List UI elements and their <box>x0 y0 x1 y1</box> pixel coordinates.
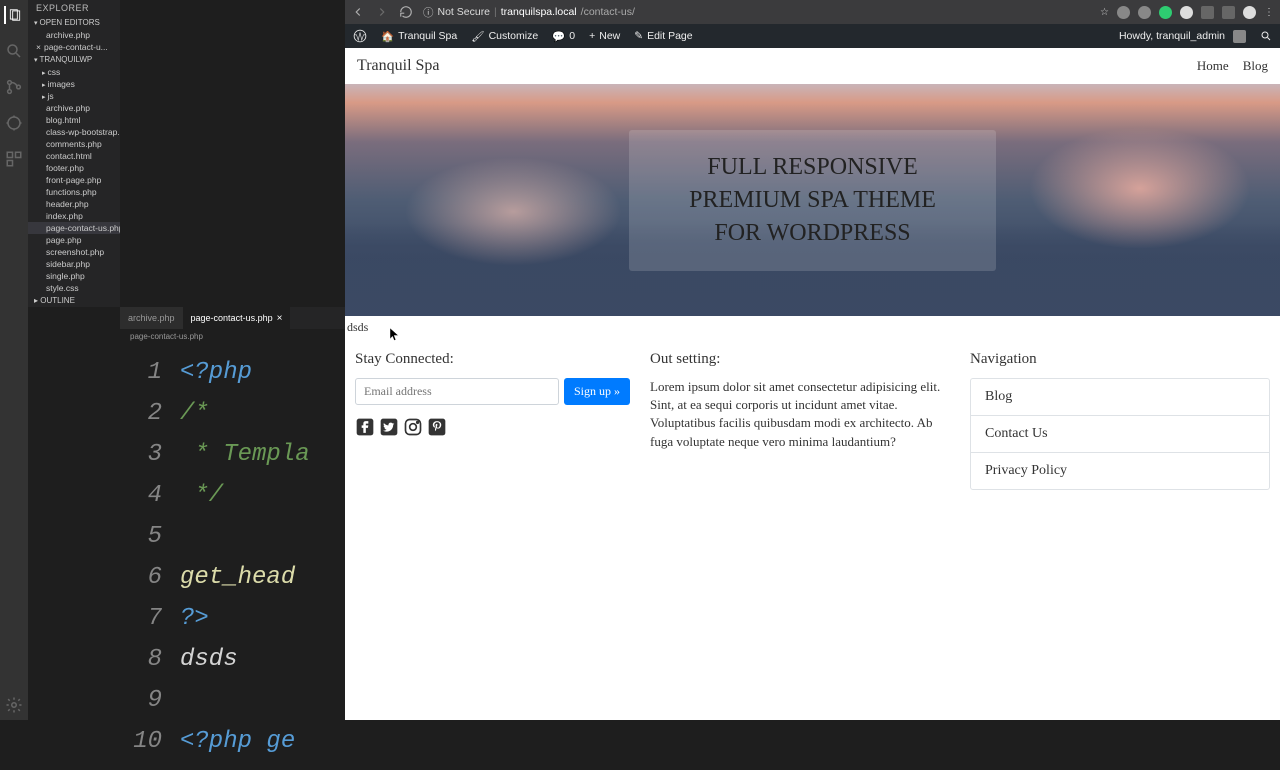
address-bar[interactable]: ⓘ Not Secure | tranquilspa.local/contact… <box>423 5 1090 20</box>
hero-line1: FULL RESPONSIVE <box>689 154 936 181</box>
file-item[interactable]: header.php <box>28 198 120 210</box>
site-nav: Home Blog <box>1197 58 1268 74</box>
site-header: Tranquil Spa Home Blog <box>345 48 1280 84</box>
menu-icon[interactable]: ⋮ <box>1264 7 1274 18</box>
file-item[interactable]: footer.php <box>28 162 120 174</box>
file-item[interactable]: functions.php <box>28 186 120 198</box>
footer-out-setting: Out setting: Lorem ipsum dolor sit amet … <box>650 351 950 490</box>
wp-search-icon[interactable] <box>1260 30 1272 42</box>
vscode-editor: archive.php page-contact-us.php× page-co… <box>120 307 345 770</box>
email-input[interactable] <box>355 378 559 405</box>
social-icons <box>355 417 630 437</box>
stay-connected-title: Stay Connected: <box>355 351 630 368</box>
open-file[interactable]: archive.php <box>28 29 120 41</box>
file-item[interactable]: page.php <box>28 234 120 246</box>
extensions-icon[interactable] <box>5 150 23 168</box>
pinterest-icon[interactable] <box>427 417 447 437</box>
project-section[interactable]: TRANQUILWP <box>28 53 120 66</box>
wp-new[interactable]: +New <box>589 30 620 42</box>
hero-text-box: FULL RESPONSIVE PREMIUM SPA THEME FOR WO… <box>629 130 996 271</box>
file-item[interactable]: archive.php <box>28 102 120 114</box>
tab-active[interactable]: page-contact-us.php× <box>183 307 291 329</box>
file-item[interactable]: contact.html <box>28 150 120 162</box>
twitter-icon[interactable] <box>379 417 399 437</box>
site-title[interactable]: Tranquil Spa <box>357 57 440 75</box>
nav-home[interactable]: Home <box>1197 58 1229 74</box>
footer-stay-connected: Stay Connected: Sign up » <box>355 351 630 490</box>
footer-nav-item[interactable]: Blog <box>971 379 1269 416</box>
reload-icon[interactable] <box>399 5 413 19</box>
gear-icon[interactable] <box>5 696 23 714</box>
signup-button[interactable]: Sign up » <box>564 378 630 405</box>
file-item[interactable]: index.php <box>28 210 120 222</box>
editor-tabs: archive.php page-contact-us.php× <box>120 307 345 329</box>
scm-icon[interactable] <box>5 78 23 96</box>
explorer-icon[interactable] <box>4 6 22 24</box>
file-item[interactable]: screenshot.php <box>28 246 120 258</box>
footer-nav-item[interactable]: Privacy Policy <box>971 453 1269 489</box>
folder-item[interactable]: js <box>28 90 120 102</box>
explorer-title: EXPLORER <box>28 0 120 16</box>
info-icon: ⓘ <box>423 5 434 20</box>
footer-nav-list: Blog Contact Us Privacy Policy <box>970 378 1270 490</box>
close-icon[interactable]: × <box>277 313 283 324</box>
star-icon[interactable]: ☆ <box>1100 7 1109 18</box>
wp-logo-icon[interactable] <box>353 29 367 43</box>
folder-item[interactable]: css <box>28 66 120 78</box>
hero-line2: PREMIUM SPA THEME <box>689 187 936 214</box>
wp-howdy[interactable]: Howdy, tranquil_admin <box>1119 30 1246 43</box>
forward-icon[interactable] <box>375 5 389 19</box>
mouse-cursor <box>390 328 400 342</box>
footer-nav-item[interactable]: Contact Us <box>971 416 1269 453</box>
activity-bar <box>0 0 28 720</box>
tab[interactable]: archive.php <box>120 307 183 329</box>
ext-icon[interactable] <box>1201 6 1214 19</box>
wp-admin-bar: 🏠Tranquil Spa 🖌Customize 💬0 +New ✎Edit P… <box>345 24 1280 48</box>
wp-edit-page[interactable]: ✎Edit Page <box>634 30 692 42</box>
vscode-sidebar: EXPLORER OPEN EDITORS archive.php × page… <box>28 0 120 307</box>
ext-icon[interactable] <box>1222 6 1235 19</box>
chrome-actions: ☆ ⋮ <box>1100 6 1274 19</box>
avatar-icon[interactable] <box>1243 6 1256 19</box>
wp-site-link[interactable]: 🏠Tranquil Spa <box>381 30 457 43</box>
folder-item[interactable]: images <box>28 78 120 90</box>
file-item[interactable]: comments.php <box>28 138 120 150</box>
navigation-title: Navigation <box>970 351 1270 368</box>
debug-icon[interactable] <box>5 114 23 132</box>
file-item[interactable]: sidebar.php <box>28 258 120 270</box>
ext-icon[interactable] <box>1138 6 1151 19</box>
open-editors-section[interactable]: OPEN EDITORS <box>28 16 120 29</box>
facebook-icon[interactable] <box>355 417 375 437</box>
file-item[interactable]: single.php <box>28 270 120 282</box>
file-item-active[interactable]: page-contact-us.php <box>28 222 120 234</box>
out-setting-text: Lorem ipsum dolor sit amet consectetur a… <box>650 378 950 451</box>
outline-section[interactable]: OUTLINE <box>28 294 120 307</box>
file-item[interactable]: blog.html <box>28 114 120 126</box>
chrome-toolbar: ⓘ Not Secure | tranquilspa.local/contact… <box>345 0 1280 24</box>
browser-panel: ⓘ Not Secure | tranquilspa.local/contact… <box>345 0 1280 720</box>
nav-blog[interactable]: Blog <box>1243 58 1268 74</box>
ext-icon[interactable] <box>1117 6 1130 19</box>
open-file[interactable]: × page-contact-u... <box>28 41 120 53</box>
wp-customize[interactable]: 🖌Customize <box>471 30 538 43</box>
search-icon[interactable] <box>5 42 23 60</box>
editor-breadcrumb[interactable]: page-contact-us.php <box>120 329 345 344</box>
footer-navigation: Navigation Blog Contact Us Privacy Polic… <box>970 351 1270 490</box>
file-item[interactable]: class-wp-bootstrap... <box>28 126 120 138</box>
wp-comments[interactable]: 💬0 <box>552 30 575 43</box>
hero-line3: FOR WORDPRESS <box>689 220 936 247</box>
ext-icon[interactable] <box>1180 6 1193 19</box>
page-content: dsds <box>345 316 1280 339</box>
code-area[interactable]: 1<?php2/*3 * Templa4 */56get_head7?>8dsd… <box>120 344 345 770</box>
back-icon[interactable] <box>351 5 365 19</box>
file-item[interactable]: front-page.php <box>28 174 120 186</box>
ext-icon[interactable] <box>1159 6 1172 19</box>
footer-row: Stay Connected: Sign up » Out setting: L… <box>345 339 1280 502</box>
hero-banner: FULL RESPONSIVE PREMIUM SPA THEME FOR WO… <box>345 84 1280 316</box>
out-setting-title: Out setting: <box>650 351 950 368</box>
vscode-panel: EXPLORER OPEN EDITORS archive.php × page… <box>0 0 345 720</box>
instagram-icon[interactable] <box>403 417 423 437</box>
file-item[interactable]: style.css <box>28 282 120 294</box>
